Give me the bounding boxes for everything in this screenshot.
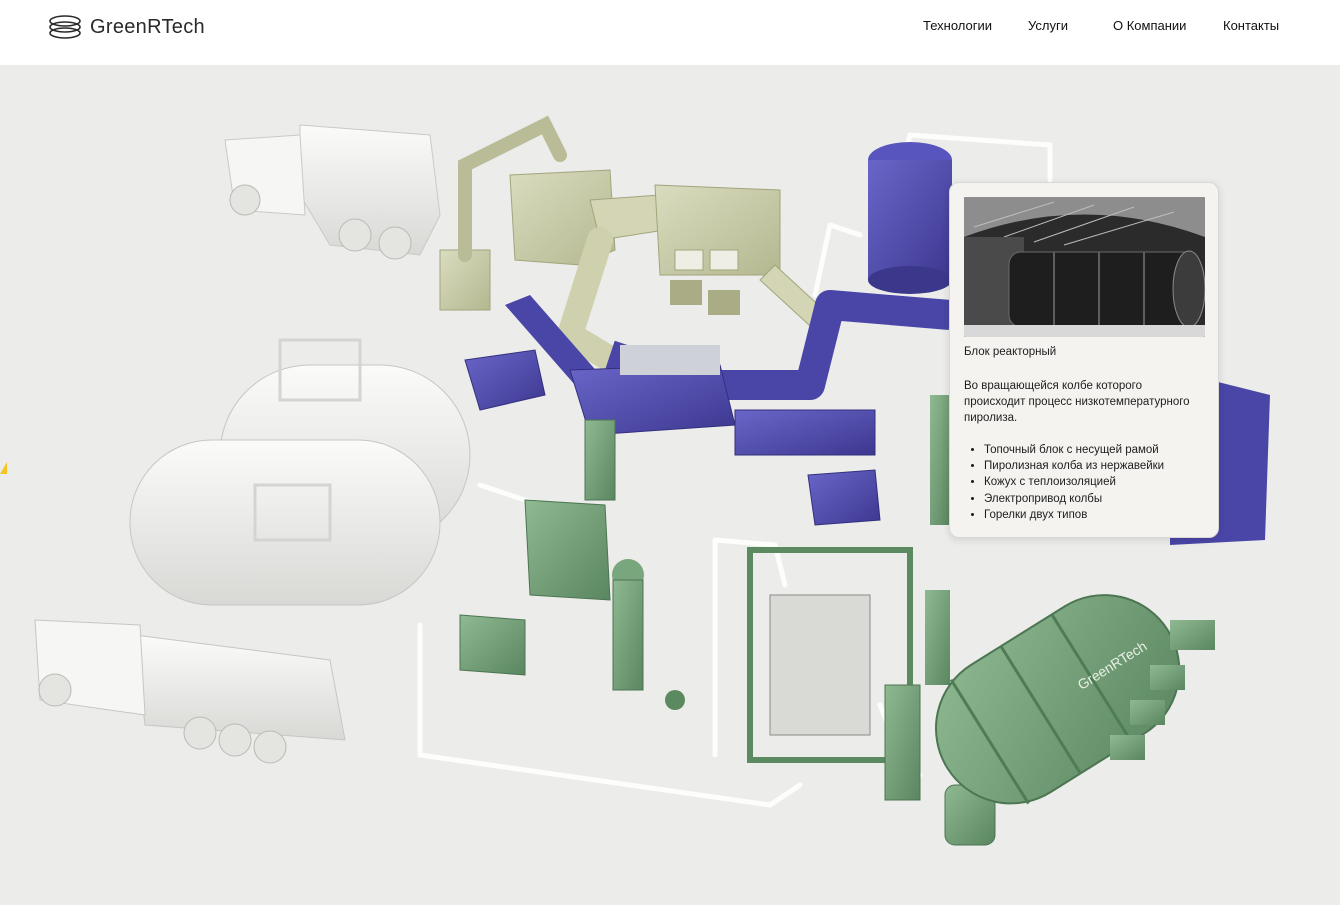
reactor-photo <box>964 197 1205 337</box>
card-description: Во вращающейся колбе которого происходит… <box>964 380 1190 424</box>
greenrtech-logo-icon <box>49 15 81 39</box>
feature-item: Электропривод колбы <box>984 491 1164 507</box>
feature-list: Топочный блок с несущей рамой Пиролизная… <box>964 442 1164 523</box>
dump-truck <box>224 124 441 260</box>
feature-item: Горелки двух типов <box>984 507 1164 523</box>
feature-item: Топочный блок с несущей рамой <box>984 442 1164 458</box>
nav-link-technologies[interactable]: Технологии <box>923 18 992 33</box>
olive-shredder <box>439 115 841 378</box>
feature-item: Кожух с теплоизоляцией <box>984 474 1164 490</box>
brand-name: GreenRTech <box>90 15 205 38</box>
nav-link-about[interactable]: О Компании <box>1113 18 1186 33</box>
nav-link-contacts[interactable]: Контакты <box>1223 18 1279 33</box>
white-storage-tanks <box>129 338 471 606</box>
logo[interactable]: GreenRTech <box>48 14 205 40</box>
green-equipment <box>459 395 996 846</box>
nav-link-services[interactable]: Услуги <box>1028 18 1068 33</box>
site-header: GreenRTech Технологии Услуги О Компании … <box>0 0 1340 65</box>
yellow-marker <box>0 462 7 474</box>
tanker-truck <box>34 619 346 764</box>
card-title: Блок реакторный <box>964 346 1057 358</box>
feature-item: Пиролизная колба из нержавейки <box>984 458 1164 474</box>
reactor-info-card: Блок реакторный Во вращающейся колбе кот… <box>949 182 1219 538</box>
